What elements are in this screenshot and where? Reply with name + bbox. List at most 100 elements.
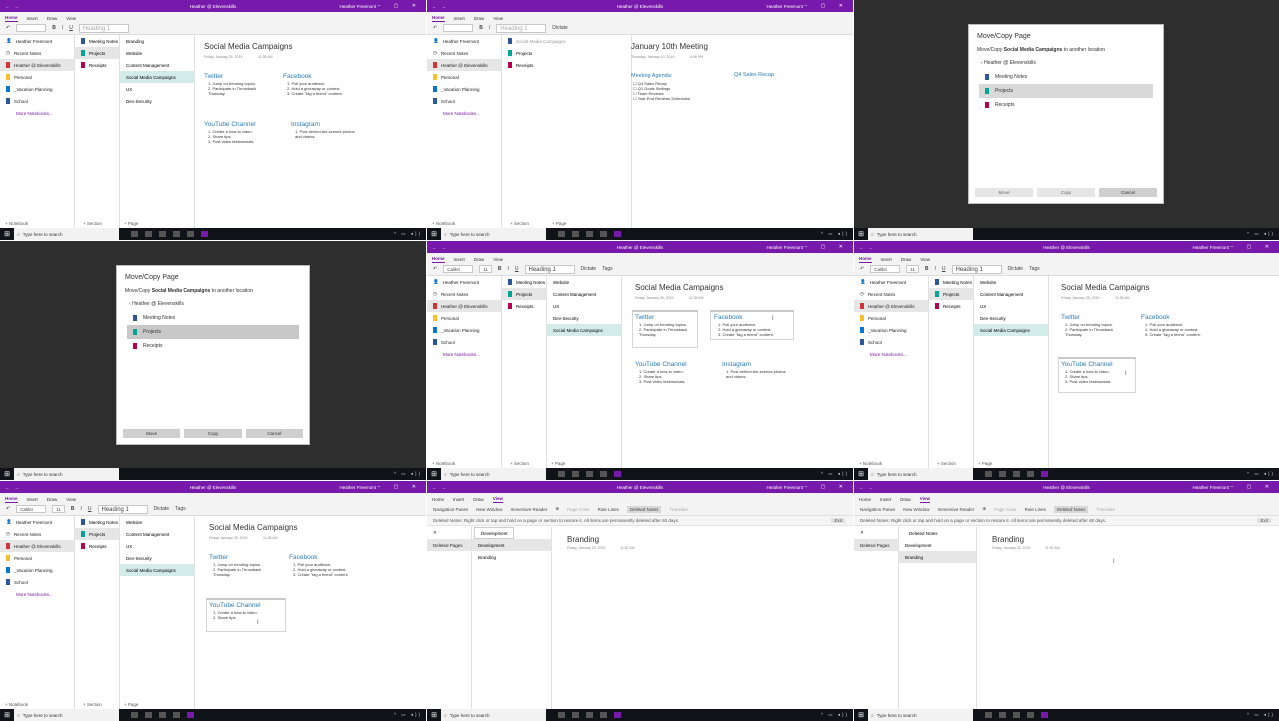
taskbar-search[interactable]: ○ Type here to search: [14, 468, 119, 480]
window-controls-icon[interactable]: – ▢ ✕: [1231, 244, 1275, 250]
page-item[interactable]: Content Management: [547, 288, 621, 300]
dialog-section-item[interactable]: Receipts: [979, 98, 1153, 112]
dialog-section-item[interactable]: Meeting Notes: [127, 311, 299, 325]
page-item[interactable]: UX: [120, 83, 194, 95]
youtube-heading[interactable]: YouTube Channel: [204, 121, 256, 128]
exit-button[interactable]: Exit: [831, 518, 845, 523]
account-row[interactable]: 👤 Heather Freemont: [0, 516, 74, 528]
windows-start-icon[interactable]: ⊞: [854, 470, 868, 478]
app-icon[interactable]: [173, 712, 180, 718]
youtube-heading[interactable]: YouTube Channel: [635, 361, 687, 368]
translate-button[interactable]: Translate: [669, 507, 688, 512]
window-controls-icon[interactable]: – ▢ ✕: [378, 3, 422, 9]
app-icon[interactable]: [558, 231, 565, 237]
undo-icon[interactable]: ↶: [6, 506, 10, 512]
tab-insert[interactable]: Insert: [881, 257, 892, 263]
user-name[interactable]: Heather Freemont: [766, 485, 803, 490]
more-notebooks-link[interactable]: More Notebooks...: [0, 107, 74, 119]
font-size-box[interactable]: 11: [906, 265, 919, 273]
twitter-list[interactable]: 1. Jump on trending topics. 2. Participa…: [1065, 322, 1121, 337]
windows-start-icon[interactable]: ⊞: [427, 470, 441, 478]
bold-icon[interactable]: B: [71, 506, 75, 512]
notebook-item[interactable]: Personal: [427, 71, 501, 83]
tab-insert[interactable]: Insert: [453, 497, 464, 503]
instagram-heading[interactable]: Instagram: [291, 121, 320, 128]
italic-icon[interactable]: I: [62, 25, 63, 31]
tab-draw[interactable]: Draw: [47, 497, 58, 503]
recent-notes[interactable]: ◷ Recent Notes: [0, 528, 74, 540]
add-notebook-button[interactable]: + Notebook: [5, 702, 28, 707]
page-item[interactable]: Social Media Campaigns: [120, 71, 194, 83]
page-item[interactable]: Branding: [120, 35, 194, 47]
page-canvas[interactable]: January 10th Meeting Thursday, January 1…: [622, 35, 853, 228]
tab-view[interactable]: View: [493, 257, 503, 263]
page-item[interactable]: Social Media Campaigns: [974, 324, 1048, 336]
app-icon[interactable]: [572, 712, 579, 718]
tab-home[interactable]: Home: [859, 256, 872, 263]
undo-icon[interactable]: ↶: [6, 25, 10, 31]
youtube-list[interactable]: 1. Create a how-to video. 2. Share tips.…: [208, 129, 288, 144]
app-icon[interactable]: [187, 231, 194, 237]
agenda-list[interactable]: ☐ Q4 Sales Recap ☐ Q1 Goals Settings ☐ T…: [633, 81, 713, 101]
windows-start-icon[interactable]: ⊞: [854, 230, 868, 238]
style-selector[interactable]: Heading 1: [524, 264, 575, 274]
font-name-box[interactable]: Calibri: [870, 265, 901, 273]
move-button[interactable]: Move: [975, 188, 1033, 197]
onenote-icon[interactable]: [1041, 712, 1048, 718]
twitter-heading[interactable]: Twitter: [209, 554, 228, 561]
app-icon[interactable]: [1027, 712, 1034, 718]
section-item[interactable]: Meeting Notes: [929, 276, 973, 288]
facebook-list[interactable]: 1. Poll your audience. 2. Hold a giveawa…: [718, 322, 798, 337]
underline-icon[interactable]: U: [69, 25, 73, 31]
add-notebook-button[interactable]: + Notebook: [5, 221, 28, 226]
page-item[interactable]: UX: [974, 300, 1048, 312]
tab-draw[interactable]: Draw: [474, 16, 485, 22]
add-page-button[interactable]: + Page: [124, 702, 138, 707]
close-icon[interactable]: ✕: [427, 527, 471, 539]
exit-button[interactable]: Exit: [1257, 518, 1271, 523]
tab-home[interactable]: Home: [432, 497, 444, 503]
add-page-button[interactable]: + Page: [124, 221, 138, 226]
youtube-heading[interactable]: YouTube Channel: [209, 602, 261, 609]
page-item[interactable]: UX: [120, 540, 194, 552]
page-canvas[interactable]: Social Media Campaigns Friday, January 2…: [1049, 276, 1279, 468]
app-icon[interactable]: [145, 231, 152, 237]
style-selector[interactable]: Heading 1: [78, 23, 129, 33]
dialog-section-item[interactable]: Projects: [127, 325, 299, 339]
app-icon[interactable]: [600, 471, 607, 477]
windows-start-icon[interactable]: ⊞: [0, 230, 14, 238]
app-icon[interactable]: [985, 712, 992, 718]
notebook-item[interactable]: School: [0, 576, 74, 588]
page-item[interactable]: Social Media Campaigns: [120, 564, 194, 576]
youtube-list[interactable]: 1. Create a how-to video. 2. Share tips.: [213, 610, 283, 620]
app-icon[interactable]: [999, 471, 1006, 477]
onenote-icon[interactable]: [614, 471, 621, 477]
font-name-box[interactable]: [443, 24, 474, 32]
undo-icon[interactable]: ↶: [860, 266, 864, 272]
tab-draw[interactable]: Draw: [901, 257, 912, 263]
facebook-heading[interactable]: Facebook: [289, 554, 318, 561]
page-item[interactable]: Website: [974, 276, 1048, 288]
windows-start-icon[interactable]: ⊞: [0, 711, 14, 719]
zoom-icon[interactable]: ⊕: [982, 506, 986, 512]
taskbar-search[interactable]: ○ Type here to search: [14, 228, 119, 240]
notebook-item[interactable]: School: [854, 336, 928, 348]
section-item[interactable]: Projects: [929, 288, 973, 300]
onenote-icon[interactable]: [201, 231, 208, 237]
app-icon[interactable]: [1013, 712, 1020, 718]
app-icon[interactable]: [131, 231, 138, 237]
section-item[interactable]: Social Media Campaigns: [502, 35, 631, 47]
onenote-icon[interactable]: [187, 712, 194, 718]
more-notebooks-link[interactable]: More Notebooks...: [0, 588, 74, 600]
page-item[interactable]: Social Media Campaigns: [547, 324, 621, 336]
section-item[interactable]: Meeting Notes: [75, 516, 119, 528]
section-item[interactable]: Projects: [75, 528, 119, 540]
tab-view[interactable]: View: [919, 496, 930, 503]
app-icon[interactable]: [558, 471, 565, 477]
window-controls-icon[interactable]: – ▢ ✕: [805, 484, 849, 490]
underline-icon[interactable]: U: [942, 266, 946, 272]
tab-home[interactable]: Home: [5, 496, 18, 503]
system-tray-icon[interactable]: ^ ▭ ◂)): [821, 471, 849, 477]
deleted-page-item[interactable]: Branding: [899, 551, 976, 563]
tab-home[interactable]: Home: [432, 15, 445, 22]
